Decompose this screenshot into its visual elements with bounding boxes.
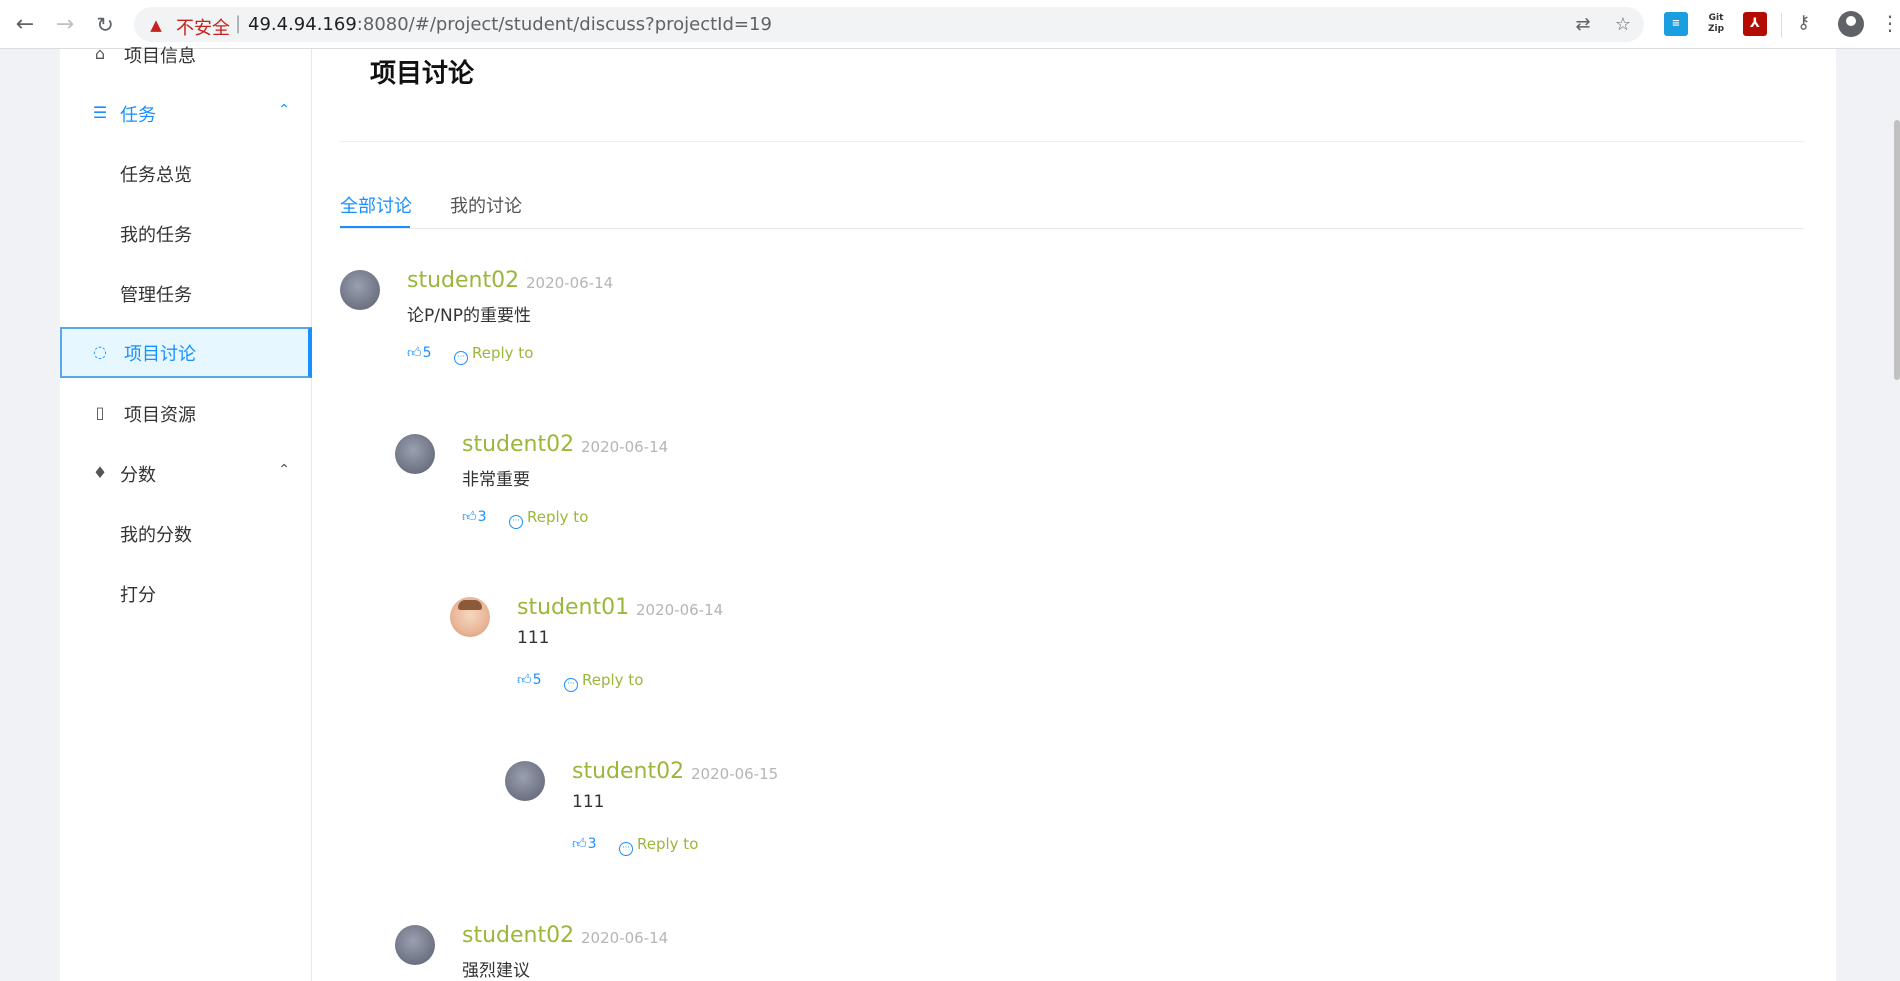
more-menu-icon[interactable]: ⋮: [1880, 11, 1900, 35]
avatar[interactable]: [505, 761, 545, 801]
sidebar-item-label: 我的分数: [120, 525, 192, 546]
comment-username[interactable]: student02: [462, 923, 574, 948]
like-button[interactable]: 👍︎5: [407, 344, 432, 361]
thumbs-up-icon: 👍︎: [517, 672, 532, 688]
sidebar-item-label: 项目讨论: [124, 344, 196, 365]
main-content: 项目讨论 全部讨论 我的讨论 student02 2020-06-14 论P/N…: [312, 49, 1836, 981]
comment-item: student02 2020-06-14 强烈建议: [395, 923, 1295, 981]
sidebar-item-project-info[interactable]: ⌂ 项目信息: [60, 29, 312, 79]
tab-all-discussions[interactable]: 全部讨论: [340, 192, 412, 218]
comment-username[interactable]: student02: [462, 432, 574, 457]
page-container: ⌂ 项目信息 ☰ 任务 ⌃ 任务总览 我的任务 管理任务 ◌ 项目讨论 ▯ 项目…: [60, 44, 1836, 981]
reply-button[interactable]: ··· Reply to: [509, 508, 588, 529]
comment-date: 2020-06-14: [526, 274, 614, 292]
profile-avatar-icon[interactable]: [1838, 11, 1864, 37]
reply-label: Reply to: [472, 344, 534, 362]
list-icon: ☰: [92, 103, 108, 122]
sidebar-item-label: 任务: [120, 105, 156, 126]
reply-icon: ···: [509, 515, 523, 529]
sidebar-item-project-discussion[interactable]: ◌ 项目讨论: [60, 327, 312, 378]
like-count: 5: [532, 672, 542, 688]
gitzip-extension-icon[interactable]: Git Zip: [1704, 12, 1728, 36]
comment-item: student02 2020-06-14 非常重要 👍︎3 ··· Reply t…: [395, 432, 1295, 554]
url-path: :8080/#/project/student/discuss?projectI…: [356, 14, 772, 35]
comment-item: student02 2020-06-15 111 👍︎3 ··· Reply to: [505, 759, 1405, 881]
tabs-divider: [340, 228, 1804, 229]
reply-icon: ···: [619, 842, 633, 856]
comment-text: 非常重要: [462, 470, 530, 490]
sidebar-item-my-tasks[interactable]: 我的任务: [60, 208, 312, 258]
sidebar-item-project-resources[interactable]: ▯ 项目资源: [60, 388, 312, 438]
like-button[interactable]: 👍︎3: [572, 835, 597, 852]
comment-username[interactable]: student02: [407, 268, 519, 293]
home-icon: ⌂: [94, 44, 106, 63]
avatar[interactable]: [395, 925, 435, 965]
sidebar-item-grading[interactable]: 打分: [60, 568, 312, 618]
reply-button[interactable]: ··· Reply to: [454, 344, 533, 365]
like-count: 5: [422, 345, 432, 361]
reply-button[interactable]: ··· Reply to: [564, 671, 643, 692]
sidebar-item-label: 打分: [120, 585, 156, 606]
reply-label: Reply to: [637, 835, 699, 853]
star-icon[interactable]: ☆: [1612, 15, 1634, 35]
back-arrow-icon[interactable]: ←: [12, 12, 38, 38]
sidebar-item-task-overview[interactable]: 任务总览: [60, 148, 312, 198]
divider: [340, 141, 1804, 142]
chevron-up-icon: ⌃: [278, 102, 290, 118]
chat-icon: ◌: [93, 342, 107, 361]
comment-item: student01 2020-06-14 111 👍︎5 ··· Reply to: [450, 595, 1350, 717]
thumbs-up-icon: 👍︎: [572, 836, 587, 852]
comment-text: 强烈建议: [462, 961, 530, 981]
comment-date: 2020-06-14: [581, 929, 669, 947]
comment-text: 论P/NP的重要性: [407, 306, 531, 326]
address-bar[interactable]: ▲ 不安全 | 49.4.94.169:8080/#/project/stude…: [134, 7, 1644, 42]
page-title: 项目讨论: [370, 59, 475, 89]
like-button[interactable]: 👍︎5: [517, 671, 542, 688]
chevron-up-icon: ⌃: [278, 462, 290, 478]
key-icon[interactable]: ⚷: [1797, 12, 1810, 33]
comment-text: 111: [517, 628, 550, 648]
reply-icon: ···: [454, 351, 468, 365]
file-icon: ▯: [95, 403, 105, 422]
page-scrollbar[interactable]: [1894, 120, 1900, 380]
sidebar-item-scores[interactable]: ♦ 分数 ⌃: [60, 448, 312, 498]
sidebar: ⌂ 项目信息 ☰ 任务 ⌃ 任务总览 我的任务 管理任务 ◌ 项目讨论 ▯ 项目…: [60, 44, 312, 981]
sidebar-item-label: 我的任务: [120, 225, 192, 246]
sidebar-item-label: 分数: [120, 465, 156, 486]
sidebar-item-label: 任务总览: [120, 165, 192, 186]
comment-username[interactable]: student02: [572, 759, 684, 784]
sidebar-item-tasks[interactable]: ☰ 任务 ⌃: [60, 88, 312, 138]
url-text[interactable]: 49.4.94.169:8080/#/project/student/discu…: [248, 14, 772, 35]
avatar[interactable]: [340, 270, 380, 310]
translate-icon[interactable]: ⇄: [1572, 15, 1594, 35]
like-count: 3: [477, 509, 487, 525]
comment-item: student02 2020-06-14 论P/NP的重要性 👍︎5 ··· Re…: [340, 268, 1240, 390]
sidebar-item-my-scores[interactable]: 我的分数: [60, 508, 312, 558]
sidebar-item-label: 项目信息: [124, 46, 196, 67]
comment-date: 2020-06-14: [636, 601, 724, 619]
comment-username[interactable]: student01: [517, 595, 629, 620]
comment-date: 2020-06-14: [581, 438, 669, 456]
reply-label: Reply to: [582, 671, 644, 689]
thumbs-up-icon: 👍︎: [462, 509, 477, 525]
rocket-icon: ♦: [92, 463, 108, 482]
thumbs-up-icon: 👍︎: [407, 345, 422, 361]
reply-icon: ···: [564, 678, 578, 692]
avatar[interactable]: [450, 597, 490, 637]
sidebar-item-manage-tasks[interactable]: 管理任务: [60, 268, 312, 318]
comment-date: 2020-06-15: [691, 765, 779, 783]
toolbar-divider: [1781, 13, 1782, 37]
comment-text: 111: [572, 792, 605, 812]
avatar[interactable]: [395, 434, 435, 474]
doc-extension-icon[interactable]: ≡: [1664, 12, 1688, 36]
sidebar-item-label: 项目资源: [124, 405, 196, 426]
like-button[interactable]: 👍︎3: [462, 508, 487, 525]
reply-button[interactable]: ··· Reply to: [619, 835, 698, 856]
like-count: 3: [587, 836, 597, 852]
reply-label: Reply to: [527, 508, 589, 526]
tab-my-discussions[interactable]: 我的讨论: [450, 192, 522, 218]
pdf-extension-icon[interactable]: ⅄: [1743, 12, 1767, 36]
sidebar-item-label: 管理任务: [120, 285, 192, 306]
